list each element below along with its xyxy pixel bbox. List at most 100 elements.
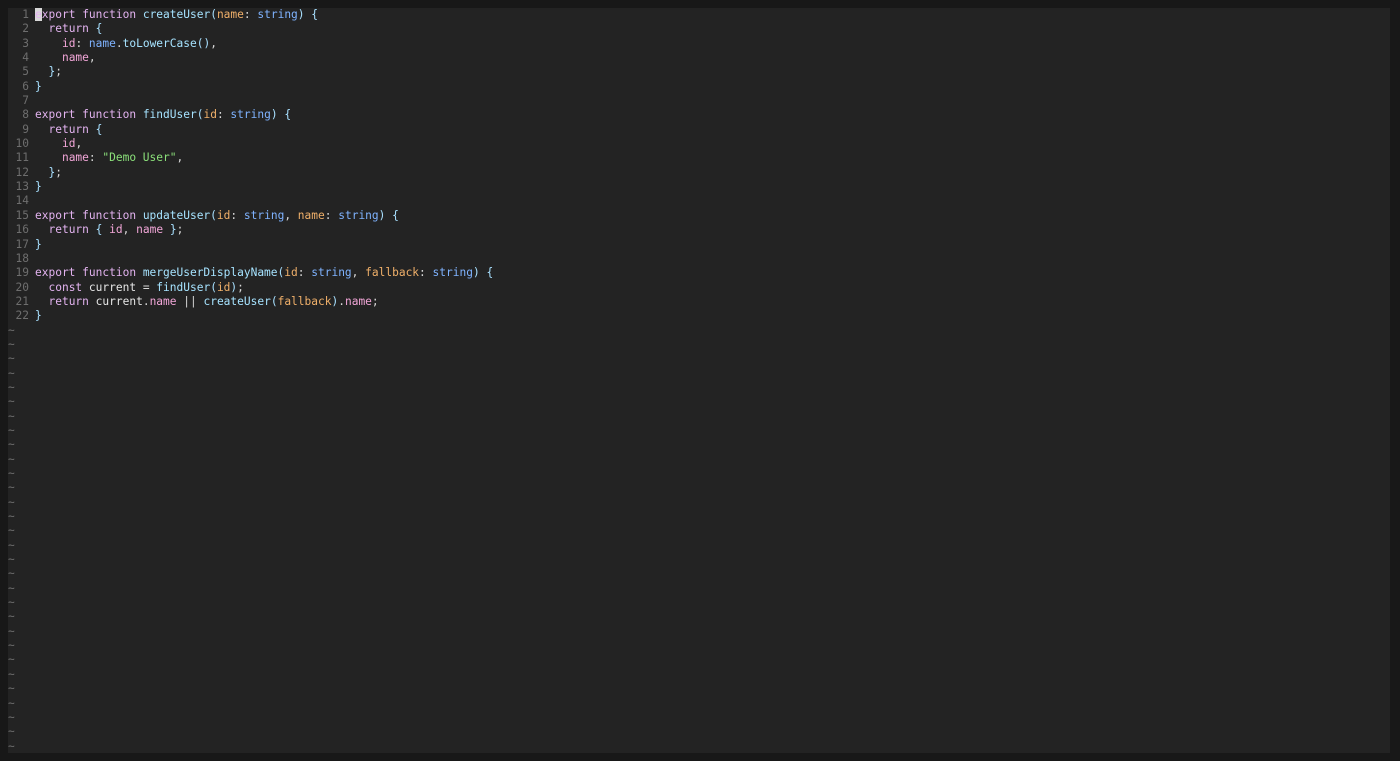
- code-token: :: [88, 151, 103, 165]
- code-line[interactable]: 16 return { id, name };: [8, 223, 1390, 237]
- code-line[interactable]: 3 id: name.toLowerCase(),: [8, 37, 1390, 51]
- code-line[interactable]: 4 name,: [8, 51, 1390, 65]
- code-text[interactable]: return {: [29, 22, 102, 36]
- code-line[interactable]: 8 export function findUser(id: string) {: [8, 108, 1390, 122]
- line-number: 12: [15, 165, 29, 179]
- code-text[interactable]: }: [29, 180, 42, 194]
- code-token: string: [230, 108, 271, 122]
- code-token: id: [203, 108, 217, 122]
- code-token: {: [284, 108, 292, 122]
- empty-buffer-line: ~: [8, 367, 1390, 381]
- code-token: findUser: [156, 280, 211, 294]
- code-text[interactable]: }: [29, 238, 42, 252]
- tilde-marker: ~: [8, 467, 15, 480]
- code-token: function: [82, 108, 137, 122]
- code-text[interactable]: };: [29, 65, 62, 79]
- code-line[interactable]: 21 return current.name || createUser(fal…: [8, 295, 1390, 309]
- code-text[interactable]: name,: [29, 51, 96, 65]
- code-text[interactable]: [29, 252, 35, 266]
- code-text[interactable]: export function createUser(name: string)…: [29, 8, 318, 22]
- code-token: export: [35, 266, 76, 280]
- code-line[interactable]: 15 export function updateUser(id: string,…: [8, 209, 1390, 223]
- code-text[interactable]: [29, 194, 35, 208]
- empty-buffer-line: ~: [8, 668, 1390, 682]
- code-line[interactable]: 12 };: [8, 166, 1390, 180]
- tilde-marker: ~: [8, 438, 15, 452]
- code-token: ;: [176, 223, 184, 237]
- code-line[interactable]: 2 return {: [8, 22, 1390, 36]
- line-number: 21: [15, 294, 29, 308]
- editor-lines[interactable]: 1 export function createUser(name: string…: [8, 8, 1390, 753]
- code-token: (: [210, 280, 217, 294]
- code-text[interactable]: export function findUser(id: string) {: [29, 108, 291, 122]
- code-text[interactable]: export function updateUser(id: string, n…: [29, 209, 399, 223]
- code-token: id: [109, 223, 123, 237]
- empty-buffer-line: ~: [8, 697, 1390, 711]
- line-number: 17: [15, 237, 29, 251]
- code-token: ;: [371, 294, 379, 308]
- code-token: (: [210, 208, 217, 222]
- code-text[interactable]: name: "Demo User",: [29, 151, 183, 165]
- code-token: {: [311, 8, 319, 21]
- tilde-marker: ~: [8, 639, 15, 653]
- code-text[interactable]: return { id, name };: [29, 223, 183, 237]
- code-line[interactable]: 9 return {: [8, 123, 1390, 137]
- code-token: name: [136, 223, 164, 237]
- line-number: 11: [15, 151, 29, 165]
- code-line[interactable]: 19 export function mergeUserDisplayName(i…: [8, 266, 1390, 280]
- code-token: {: [392, 208, 399, 222]
- code-token: ;: [55, 65, 62, 79]
- code-token: ;: [55, 165, 62, 179]
- code-token: const: [48, 280, 83, 294]
- code-text[interactable]: export function mergeUserDisplayName(id:…: [29, 266, 493, 280]
- code-token: ,: [75, 137, 83, 151]
- code-text[interactable]: }: [29, 309, 42, 323]
- code-token: .: [338, 294, 345, 308]
- code-line[interactable]: 1 export function createUser(name: string…: [8, 8, 1390, 22]
- line-number: 5: [22, 65, 29, 79]
- code-line[interactable]: 6}: [8, 80, 1390, 94]
- code-line[interactable]: 17}: [8, 238, 1390, 252]
- code-line[interactable]: 10 id,: [8, 137, 1390, 151]
- code-line[interactable]: 5 };: [8, 65, 1390, 79]
- code-token: function: [82, 208, 137, 222]
- code-text[interactable]: id,: [29, 137, 82, 151]
- tilde-marker: ~: [8, 352, 15, 366]
- code-line[interactable]: 14: [8, 194, 1390, 208]
- tilde-marker: ~: [8, 739, 15, 753]
- code-token: }: [35, 237, 42, 251]
- tilde-marker: ~: [8, 510, 15, 524]
- empty-buffer-line: ~: [8, 510, 1390, 524]
- code-line[interactable]: 11 name: "Demo User",: [8, 151, 1390, 165]
- line-number: 18: [15, 251, 29, 265]
- line-number: 20: [15, 280, 29, 294]
- code-text[interactable]: [29, 94, 35, 108]
- code-text[interactable]: };: [29, 166, 62, 180]
- code-text[interactable]: }: [29, 80, 42, 94]
- code-editor[interactable]: 1 export function createUser(name: string…: [8, 8, 1390, 753]
- code-token: name: [344, 294, 372, 308]
- code-token: }: [35, 180, 42, 194]
- code-token: :: [216, 108, 231, 122]
- line-number: 19: [15, 266, 29, 280]
- code-token: }: [35, 309, 42, 323]
- code-line[interactable]: 22}: [8, 309, 1390, 323]
- code-text[interactable]: id: name.toLowerCase(),: [29, 37, 217, 51]
- code-token: name: [61, 51, 89, 65]
- empty-buffer-line: ~: [8, 438, 1390, 452]
- code-token: :: [75, 36, 89, 50]
- tilde-marker: ~: [8, 610, 15, 624]
- code-line[interactable]: 7: [8, 94, 1390, 108]
- code-text[interactable]: return {: [29, 123, 102, 137]
- code-text[interactable]: return current.name || createUser(fallba…: [29, 294, 379, 309]
- code-text[interactable]: const current = findUser(id);: [29, 280, 243, 295]
- code-line[interactable]: 18: [8, 252, 1390, 266]
- tilde-marker: ~: [8, 380, 15, 394]
- code-line[interactable]: 13}: [8, 180, 1390, 194]
- code-line[interactable]: 20 const current = findUser(id);: [8, 281, 1390, 295]
- empty-buffer-line: ~: [8, 324, 1390, 338]
- line-number: 7: [22, 94, 29, 108]
